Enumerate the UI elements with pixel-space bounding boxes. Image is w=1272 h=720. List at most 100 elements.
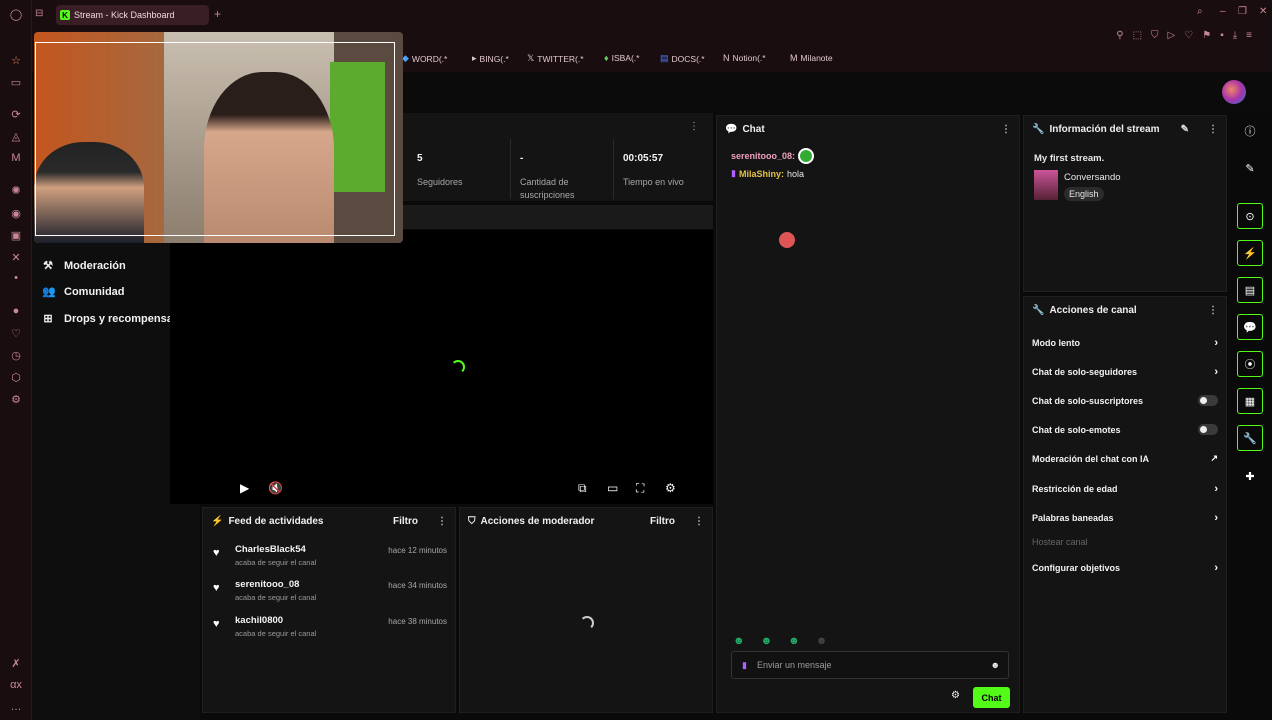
loading-spinner [580,616,594,630]
wrench-icon[interactable]: 🔧 [1237,425,1263,451]
action-solo-suscriptores[interactable]: Chat de solo-suscriptores [1032,395,1218,406]
theater-icon[interactable]: ▭ [607,481,618,495]
gear-icon[interactable]: ⚙ [665,481,676,495]
chatgpt-icon[interactable]: ✺ [8,182,24,198]
extension-flag-icon[interactable]: ⚑ [1202,30,1211,41]
feed-filter-button[interactable]: Filtro [393,516,418,527]
docs-icon: ▤ [660,53,669,63]
profile-ext-icon[interactable]: ▪ [1220,30,1224,41]
opera-logo-icon[interactable]: ◯ [8,6,24,22]
fullscreen-icon[interactable]: ⛶ [636,481,644,496]
send-chat-button[interactable]: Chat [973,687,1010,708]
bookmark-notion[interactable]: N Notion(.* [723,53,766,63]
bookmark-bing[interactable]: ▸ BING(.* [472,53,509,64]
play-icon[interactable]: ▷ [1168,30,1176,41]
note-icon[interactable]: ▤ [1237,277,1263,303]
add-widget-icon[interactable]: ✚ [1237,463,1263,489]
layout-icon[interactable]: ▦ [1237,388,1263,414]
feed-menu-icon[interactable]: ⋮ [437,516,447,527]
bolt-icon[interactable]: ⚡ [1237,240,1263,266]
action-ia-moderation[interactable]: Moderación del chat con IA ↗ [1032,453,1218,464]
whatsapp-icon[interactable]: ◉ [8,205,24,221]
tiktok-icon[interactable]: • [8,270,24,286]
nav-moderacion[interactable]: ⚒ Moderación [42,259,126,273]
category-thumbnail[interactable] [1034,170,1058,200]
bag-icon[interactable]: ◬ [8,128,24,144]
gmail-icon[interactable]: M [8,150,24,166]
new-tab-icon[interactable]: + [214,7,221,21]
settings-icon[interactable]: ⚙ [8,391,24,407]
instagram-icon[interactable]: ▣ [8,227,24,243]
refresh-icon[interactable]: ⟳ [8,106,24,122]
action-solo-emotes[interactable]: Chat de solo-emotes [1032,424,1218,435]
emoji-icon[interactable]: ☻ [991,660,1000,670]
chat-icon[interactable]: 💬 [1237,314,1263,340]
ai-icon[interactable]: αx [8,677,24,693]
bookmark-twitter[interactable]: 𝕏 TWITTER(.* [527,53,584,64]
broadcast-icon[interactable]: ⦿ [1237,351,1263,377]
miniplayer-icon[interactable]: ⧉ [578,481,587,496]
play-icon[interactable]: ▶ [240,481,249,495]
channel-actions-menu-icon[interactable]: ⋮ [1208,305,1218,316]
info-icon[interactable]: ⓘ [1237,118,1263,144]
avatar[interactable] [1222,80,1246,104]
nav-comunidad[interactable]: 👥 Comunidad [42,285,125,299]
aria-icon[interactable]: ✗ [8,655,24,671]
chat-settings-icon[interactable]: ⚙ [951,690,960,701]
bookmark-milanote[interactable]: M Milanote [790,53,833,63]
x-icon[interactable]: ✕ [8,249,24,265]
heart-outline-icon[interactable]: ♡ [1184,30,1193,41]
edit-icon[interactable]: ✎ [1181,124,1189,135]
mod-filter-button[interactable]: Filtro [650,516,675,527]
media-icon[interactable]: ● [8,303,24,319]
info-menu-icon[interactable]: ⋮ [1208,124,1218,135]
extensions-icon[interactable]: ⬡ [8,369,24,385]
nav-drops[interactable]: ⊞ Drops y recompensas [42,312,179,326]
favorites-icon[interactable]: ☆ [8,52,24,68]
chevron-right-icon: › [1214,366,1218,378]
chat-message[interactable]: ▮ MilaShiny: hola [731,168,804,179]
emote-icon[interactable]: ☻ [761,635,773,647]
download-icon[interactable]: ⤓ [1233,30,1237,41]
tab-title: Stream - Kick Dashboard [74,10,175,20]
action-palabras[interactable]: Palabras baneadas › [1032,512,1218,524]
moderator-actions-header: ⛉ Acciones de moderador Filtro ⋮ [468,515,704,527]
video-player[interactable] [170,230,713,504]
gamepad-icon[interactable]: ▭ [8,74,24,90]
pencil-icon[interactable]: ✎ [1237,155,1263,181]
action-modo-lento[interactable]: Modo lento › [1032,337,1218,349]
emote-icon[interactable]: ☻ [733,635,745,647]
toggle-switch[interactable] [1198,424,1218,435]
snapshot-icon[interactable]: ⬚ [1133,30,1142,41]
bookmark-docs[interactable]: ▤ DOCS(.* [660,53,705,64]
workspaces-icon[interactable]: ⊟ [35,8,43,19]
toggle-switch[interactable] [1198,395,1218,406]
pin-icon[interactable]: ⚲ [1116,30,1123,41]
bookmark-word[interactable]: ◆ WORD(.* [402,53,447,64]
action-edad[interactable]: Restricción de edad › [1032,483,1218,495]
minimize-icon[interactable]: – [1220,6,1226,17]
emote-icon[interactable]: ☻ [788,635,800,647]
menu-icon[interactable]: ≡ [1246,30,1252,41]
heart-icon[interactable]: ♡ [8,325,24,341]
scan-icon[interactable]: ⊙ [1237,203,1263,229]
action-objetivos[interactable]: Configurar objetivos › [1032,562,1218,574]
emote-icon[interactable]: ☻ [816,635,828,647]
chat-message[interactable]: serenitooo_08: [731,148,815,164]
category-name[interactable]: Conversando [1064,172,1121,183]
more-icon[interactable]: … [8,699,24,715]
mod-menu-icon[interactable]: ⋮ [694,516,704,527]
bookmark-isba[interactable]: ♦ ISBA(.* [604,53,639,63]
sticker-icon [779,232,795,248]
active-tab[interactable]: K Stream - Kick Dashboard [56,5,209,25]
mute-icon[interactable]: 🔇 [268,481,283,495]
action-solo-seguidores[interactable]: Chat de solo-seguidores › [1032,366,1218,378]
search-icon[interactable]: ⌕ [1197,6,1203,17]
chat-input[interactable]: ▮ Enviar un mensaje ☻ [731,651,1009,679]
chat-menu-icon[interactable]: ⋮ [1001,124,1011,135]
close-window-icon[interactable]: ✕ [1259,6,1267,17]
stats-menu-icon[interactable]: ⋮ [689,121,699,132]
restore-icon[interactable]: ❐ [1238,6,1247,17]
shield-icon[interactable]: ⛉ [1151,30,1159,41]
history-icon[interactable]: ◷ [8,347,24,363]
